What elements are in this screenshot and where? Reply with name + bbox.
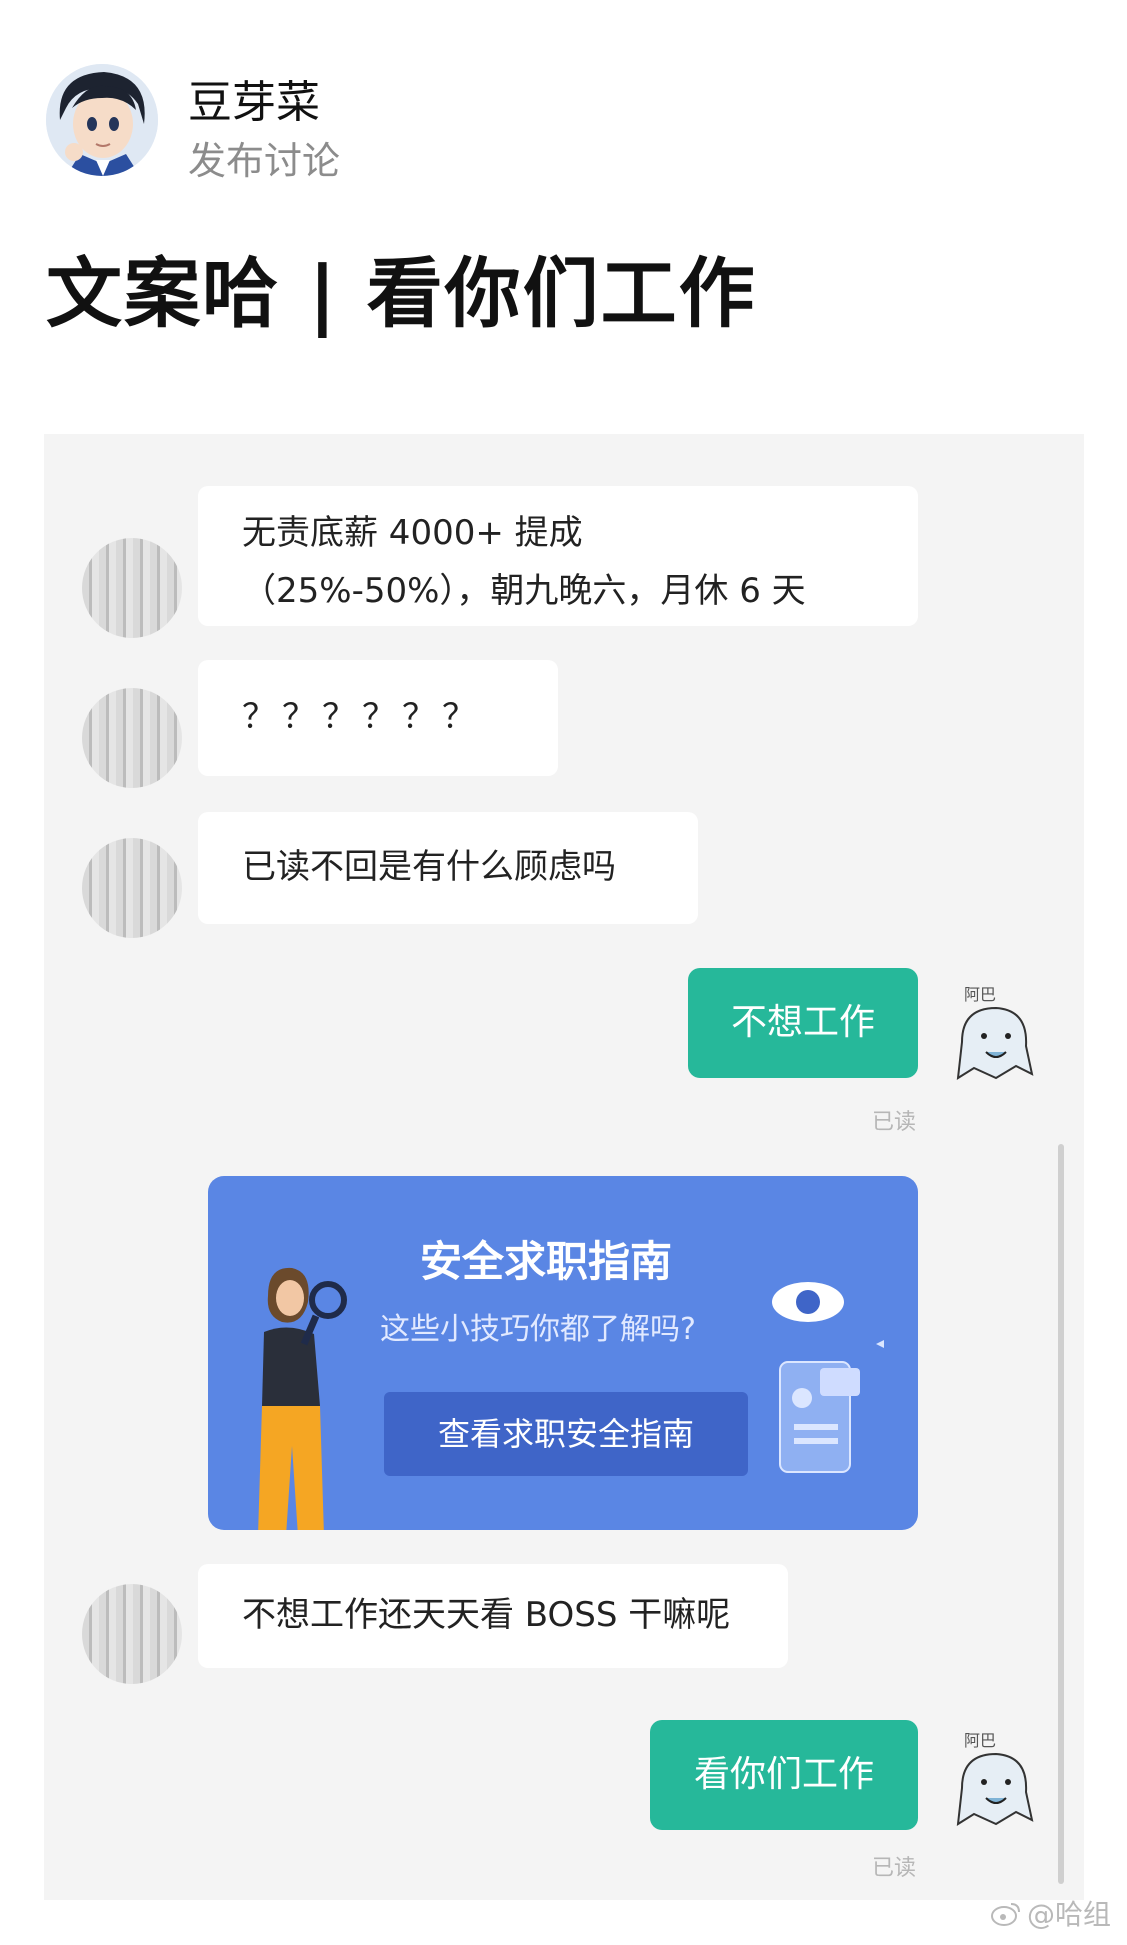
chat-screenshot: 无责底薪 4000+ 提成 （25%-50%），朝九晚六，月休 6 天 ？？？？… [44, 434, 1084, 1900]
weibo-watermark: @哈组 [990, 1893, 1111, 1933]
post-title: 文案哈 | 看你们工作 [46, 249, 757, 338]
message-line: （25%-50%），朝九晚六，月休 6 天 [242, 571, 806, 611]
read-status: 已读 [872, 1110, 917, 1135]
read-status: 已读 [872, 1856, 917, 1881]
svg-text:阿巴: 阿巴 [964, 1731, 996, 1750]
author-name[interactable]: 豆芽菜 [188, 66, 320, 130]
guide-subtitle: 这些小技巧你都了解吗? [380, 1312, 696, 1347]
message-line: 无责底薪 4000+ 提成 [242, 513, 583, 553]
message-bubble-outgoing: 看你们工作 [650, 1720, 918, 1830]
safety-guide-card[interactable]: 安全求职指南 这些小技巧你都了解吗? 查看求职安全指南 [208, 1176, 918, 1530]
message-bubble-incoming: 无责底薪 4000+ 提成 （25%-50%），朝九晚六，月休 6 天 [198, 486, 918, 626]
dolphin-sticker-icon: 阿巴 [948, 982, 1044, 1092]
contact-avatar [82, 688, 182, 788]
eye-document-icon [772, 1282, 884, 1473]
woman-magnifier-icon [258, 1267, 347, 1530]
contact-avatar [82, 538, 182, 638]
message-text: 不想工作还天天看 BOSS 干嘛呢 [242, 1595, 731, 1635]
message-bubble-incoming: ？？？？？？ [198, 660, 558, 776]
chat-scrollbar[interactable] [1058, 1144, 1064, 1884]
contact-avatar [82, 838, 182, 938]
view-safety-guide-button[interactable]: 查看求职安全指南 [384, 1392, 748, 1476]
svg-text:阿巴: 阿巴 [964, 985, 996, 1004]
watermark-text: @哈组 [1026, 1898, 1111, 1931]
dolphin-sticker-icon: 阿巴 [948, 1728, 1044, 1838]
message-bubble-incoming: 已读不回是有什么顾虑吗 [198, 812, 698, 924]
weibo-icon [990, 1903, 1020, 1926]
message-text: ？？？？？？ [242, 697, 482, 737]
message-bubble-outgoing: 不想工作 [688, 968, 918, 1078]
contact-avatar [82, 1584, 182, 1684]
message-text: 看你们工作 [693, 1754, 874, 1795]
guide-title: 安全求职指南 [420, 1237, 673, 1286]
message-bubble-incoming: 不想工作还天天看 BOSS 干嘛呢 [198, 1564, 788, 1668]
author-avatar[interactable] [46, 64, 158, 176]
post-type-label: 发布讨论 [188, 139, 341, 183]
anime-avatar-icon [46, 64, 158, 176]
message-text: 已读不回是有什么顾虑吗 [242, 847, 616, 887]
message-text: 不想工作 [730, 1002, 875, 1043]
